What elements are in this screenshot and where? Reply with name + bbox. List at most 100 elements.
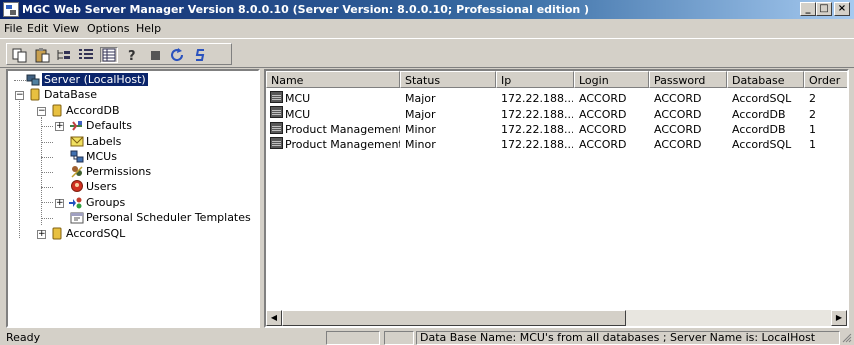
- permissions-icon: [70, 165, 84, 178]
- tree-item-groups[interactable]: + Groups: [52, 195, 252, 211]
- details-list-icon[interactable]: [77, 47, 95, 63]
- cell-password: ACCORD: [654, 123, 702, 136]
- horizontal-scrollbar[interactable]: ◀ ▶: [266, 310, 847, 326]
- cell-ip: 172.22.188...: [501, 123, 573, 136]
- title-bar[interactable]: MGC Web Server Manager Version 8.0.0.10 …: [0, 0, 854, 19]
- tree-item-server[interactable]: Server (LocalHost): [12, 72, 212, 88]
- status-ready: Ready: [6, 331, 41, 344]
- mcu-network-icon: [70, 150, 84, 163]
- maximize-button[interactable]: □: [816, 2, 832, 16]
- collapse-icon[interactable]: −: [15, 91, 24, 100]
- close-button[interactable]: ×: [834, 2, 850, 16]
- scroll-left-button[interactable]: ◀: [266, 310, 282, 326]
- tree-item-accordsql[interactable]: + AccordSQL: [34, 226, 234, 242]
- column-header-login[interactable]: Login: [574, 71, 649, 88]
- toolbar-band: ?: [6, 43, 232, 65]
- tree-icon[interactable]: [55, 47, 73, 63]
- resize-grip-icon[interactable]: [842, 333, 852, 343]
- tree-label-mcus: MCUs: [86, 150, 117, 163]
- cell-status: Major: [405, 108, 436, 121]
- column-header-password[interactable]: Password: [649, 71, 727, 88]
- help-icon[interactable]: ?: [124, 47, 142, 64]
- tree-item-defaults[interactable]: + Defaults: [52, 118, 252, 134]
- cell-database: AccordDB: [732, 123, 786, 136]
- cell-order: 1: [809, 138, 816, 151]
- tree-view[interactable]: Server (LocalHost) − DataBase − AccordDB…: [6, 69, 260, 328]
- expand-icon[interactable]: +: [37, 230, 46, 239]
- mcu-list-view[interactable]: Name Status Ip Login Password Database O…: [264, 69, 849, 328]
- column-header-database[interactable]: Database: [727, 71, 804, 88]
- refresh-icon[interactable]: [169, 47, 187, 63]
- minimize-button[interactable]: _: [800, 2, 816, 16]
- cell-order: 2: [809, 92, 816, 105]
- cell-database: AccordSQL: [732, 92, 792, 105]
- expand-icon[interactable]: +: [55, 199, 64, 208]
- tree-label-labels: Labels: [86, 135, 122, 148]
- database-icon: [28, 88, 42, 101]
- cell-ip: 172.22.188...: [501, 92, 573, 105]
- menu-options[interactable]: Options: [87, 22, 129, 35]
- toolbar: ?: [0, 38, 854, 68]
- database-icon: [50, 104, 64, 117]
- status-bar: Ready Data Base Name: MCU's from all dat…: [0, 330, 854, 345]
- database-icon: [50, 227, 64, 240]
- expand-icon[interactable]: +: [55, 122, 64, 131]
- menu-edit[interactable]: Edit: [27, 22, 48, 35]
- tree-label-defaults: Defaults: [86, 119, 132, 132]
- column-header-ip[interactable]: Ip: [496, 71, 574, 88]
- envelope-icon: [70, 135, 84, 148]
- scroll-right-button[interactable]: ▶: [831, 310, 847, 326]
- cell-ip: 172.22.188...: [501, 138, 573, 151]
- cell-ip: 172.22.188...: [501, 108, 573, 121]
- column-header-name[interactable]: Name: [266, 71, 400, 88]
- window-title: MGC Web Server Manager Version 8.0.0.10 …: [22, 3, 590, 16]
- menu-bar: File Edit View Options Help: [0, 19, 854, 37]
- menu-view[interactable]: View: [53, 22, 79, 35]
- tree-item-users[interactable]: Users: [52, 179, 252, 195]
- mcu-device-icon: [270, 122, 283, 134]
- sync-icon[interactable]: [192, 47, 210, 63]
- column-header-status[interactable]: Status: [400, 71, 496, 88]
- tree-item-personal-scheduler-templates[interactable]: Personal Scheduler Templates: [52, 210, 258, 226]
- cell-name: Product Management ...: [285, 138, 400, 151]
- cell-database: AccordDB: [732, 108, 786, 121]
- tree-item-mcus[interactable]: MCUs: [52, 149, 252, 165]
- groups-icon: [69, 196, 83, 209]
- stop-icon[interactable]: [147, 47, 165, 63]
- collapse-icon[interactable]: −: [37, 107, 46, 116]
- menu-help[interactable]: Help: [136, 22, 161, 35]
- tree-label-accordsql: AccordSQL: [66, 227, 126, 240]
- grid-view-icon[interactable]: [100, 47, 118, 63]
- tree-connector: [19, 101, 20, 238]
- tree-item-accorddb[interactable]: − AccordDB: [34, 103, 234, 119]
- users-icon: [70, 180, 84, 193]
- cell-login: ACCORD: [579, 123, 627, 136]
- tree-item-permissions[interactable]: Permissions: [52, 164, 252, 180]
- menu-file[interactable]: File: [4, 22, 22, 35]
- mcu-device-icon: [270, 106, 283, 118]
- cell-name: Product Management: [285, 123, 400, 136]
- defaults-icon: [69, 119, 83, 132]
- mcu-device-icon: [270, 91, 283, 103]
- tree-label-permissions: Permissions: [86, 165, 152, 178]
- server-icon: [26, 73, 40, 86]
- tree-item-labels[interactable]: Labels: [52, 134, 252, 150]
- cell-status: Minor: [405, 138, 436, 151]
- scheduler-icon: [70, 211, 84, 224]
- paste-icon[interactable]: [34, 47, 52, 63]
- tree-label-groups: Groups: [86, 196, 126, 209]
- cell-password: ACCORD: [654, 138, 702, 151]
- tree-label-server: Server (LocalHost): [42, 73, 148, 86]
- column-header-order[interactable]: Order: [804, 71, 847, 88]
- cell-password: ACCORD: [654, 92, 702, 105]
- tree-connector: [41, 117, 42, 225]
- tree-item-database[interactable]: − DataBase: [12, 87, 212, 103]
- copy-icon[interactable]: [11, 47, 29, 63]
- tree-label-scheduler: Personal Scheduler Templates: [86, 211, 251, 224]
- svg-text:?: ?: [128, 49, 136, 63]
- mcu-device-icon: [270, 137, 283, 149]
- scroll-thumb[interactable]: [282, 310, 626, 326]
- cell-login: ACCORD: [579, 138, 627, 151]
- cell-order: 2: [809, 108, 816, 121]
- cell-status: Major: [405, 92, 436, 105]
